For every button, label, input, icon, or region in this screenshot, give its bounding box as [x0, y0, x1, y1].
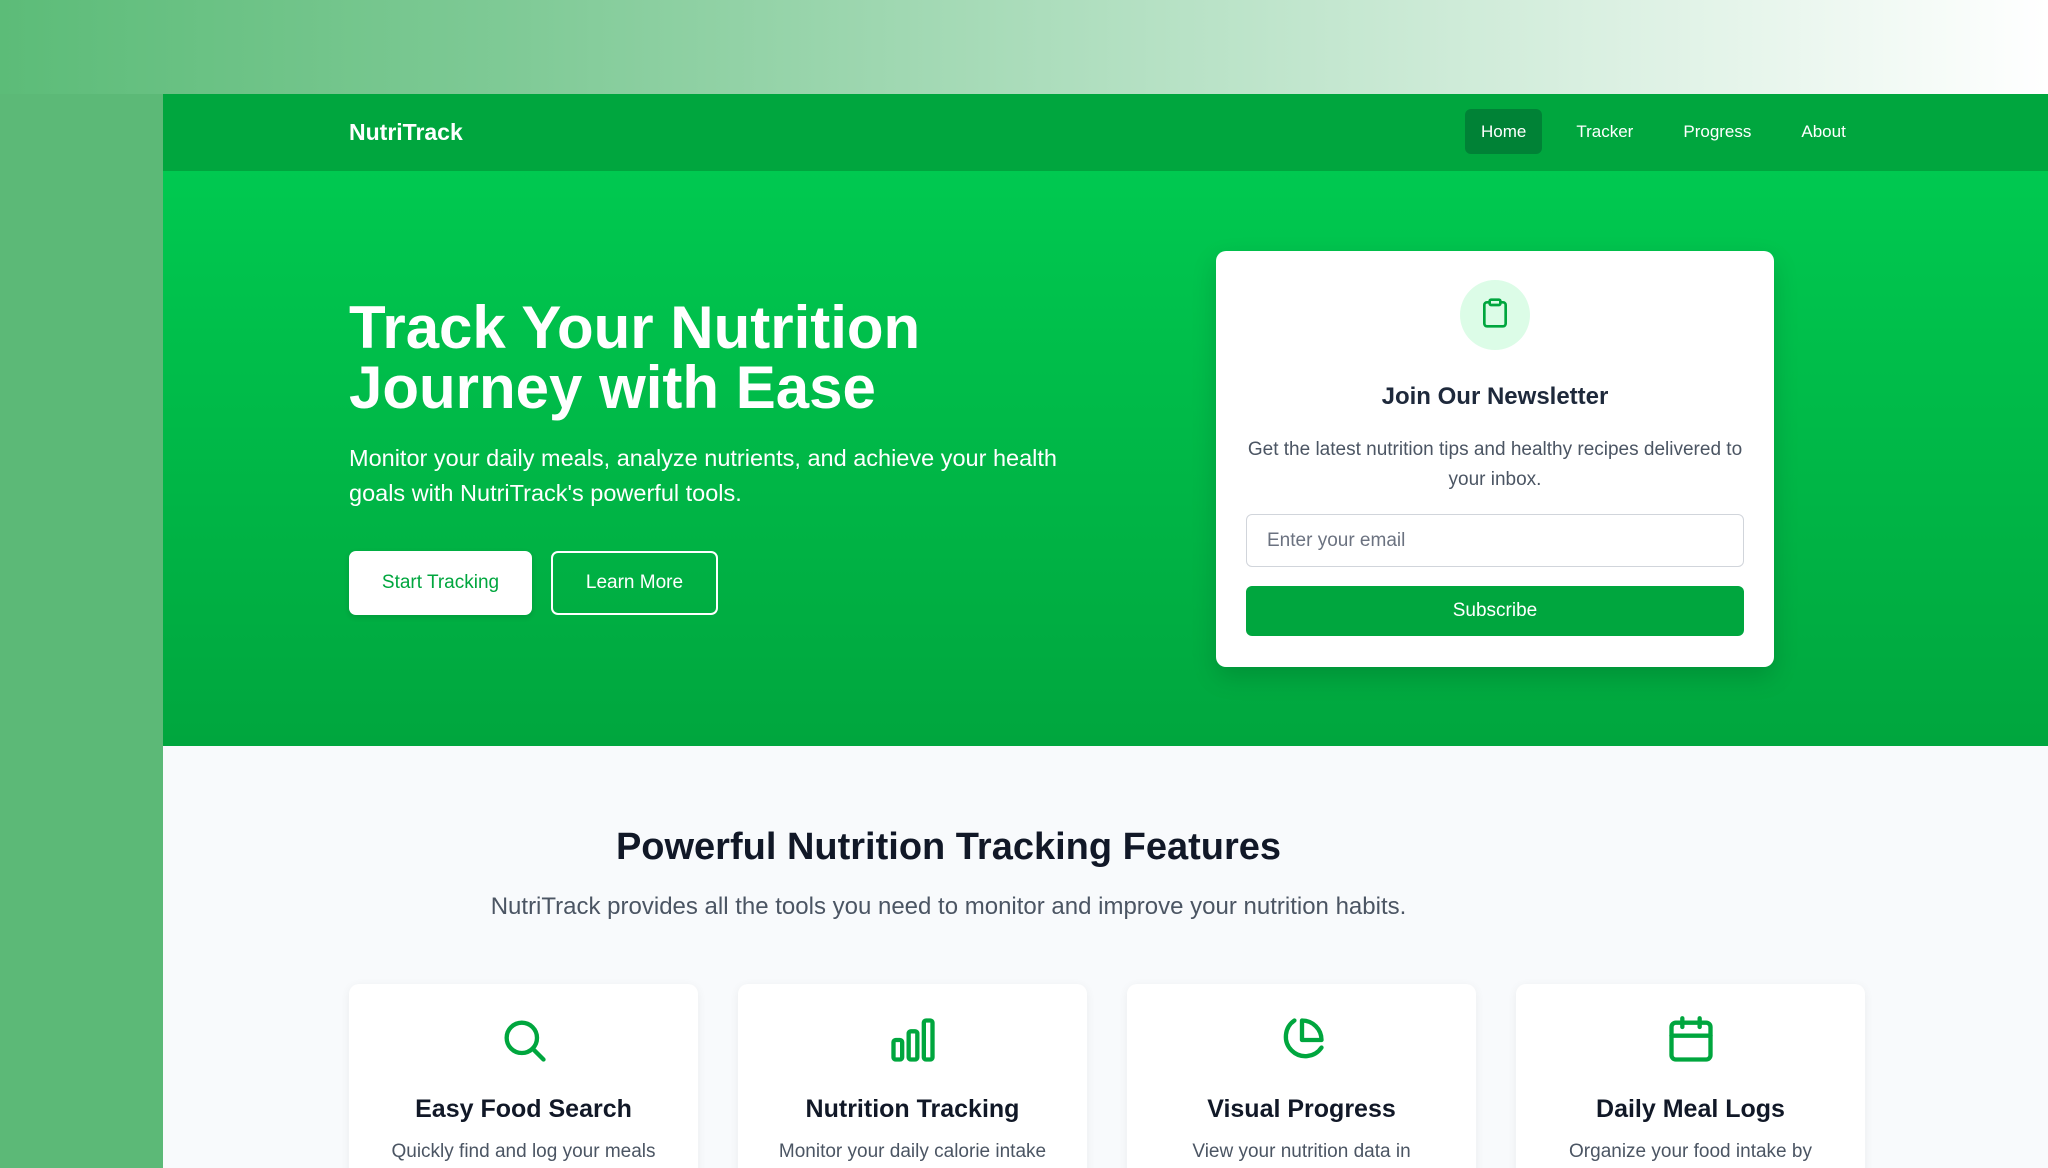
nav-link-tracker[interactable]: Tracker — [1560, 109, 1649, 154]
feature-title: Daily Meal Logs — [1596, 1095, 1785, 1123]
hero-title-line1: Track Your Nutrition — [349, 294, 921, 361]
feature-title: Visual Progress — [1207, 1095, 1396, 1123]
hero-section: Track Your Nutrition Journey with Ease M… — [163, 171, 2048, 746]
newsletter-icon-badge — [1460, 280, 1530, 350]
subscribe-button[interactable]: Subscribe — [1246, 586, 1744, 636]
nav-link-progress[interactable]: Progress — [1667, 109, 1767, 154]
feature-title: Easy Food Search — [415, 1095, 632, 1123]
feature-description: Organize your food intake by — [1569, 1141, 1812, 1162]
calendar-icon — [1665, 1014, 1717, 1066]
top-navbar: NutriTrack Home Tracker Progress About — [163, 94, 2048, 171]
feature-description: Monitor your daily calorie intake — [778, 1141, 1047, 1162]
bar-chart-icon — [887, 1014, 939, 1066]
hero-title: Track Your Nutrition Journey with Ease — [349, 298, 1049, 418]
feature-card-meal-logs[interactable]: Daily Meal Logs Organize your food intak… — [1516, 984, 1865, 1168]
email-input[interactable] — [1246, 514, 1744, 567]
feature-card-nutrition-tracking[interactable]: Nutrition Tracking Monitor your daily ca… — [738, 984, 1087, 1168]
learn-more-button[interactable]: Learn More — [551, 551, 718, 615]
features-subtitle: NutriTrack provides all the tools you ne… — [163, 893, 2048, 921]
pie-chart-icon — [1276, 1014, 1328, 1066]
features-title: Powerful Nutrition Tracking Features — [163, 826, 2048, 869]
search-icon — [498, 1014, 550, 1066]
newsletter-card: Join Our Newsletter Get the latest nutri… — [1216, 251, 1774, 667]
feature-description: View your nutrition data in — [1192, 1141, 1411, 1162]
newsletter-description: Get the latest nutrition tips and health… — [1247, 439, 1743, 490]
clipboard-icon — [1479, 297, 1511, 334]
features-section: Powerful Nutrition Tracking Features Nut… — [163, 746, 2048, 1168]
nav-link-about[interactable]: About — [1785, 109, 1861, 154]
feature-card-food-search[interactable]: Easy Food Search Quickly find and log yo… — [349, 984, 698, 1168]
feature-title: Nutrition Tracking — [805, 1095, 1020, 1123]
browser-page: NutriTrack Home Tracker Progress About T… — [163, 94, 2048, 1168]
newsletter-title: Join Our Newsletter — [1381, 383, 1609, 410]
feature-card-visual-progress[interactable]: Visual Progress View your nutrition data… — [1127, 984, 1476, 1168]
background-strip — [0, 94, 163, 1168]
hero-subtitle: Monitor your daily meals, analyze nutrie… — [349, 445, 1057, 506]
start-tracking-button[interactable]: Start Tracking — [349, 551, 532, 615]
features-title-text: Powerful Nutrition Tracking Features — [615, 826, 1282, 868]
nav-link-home[interactable]: Home — [1465, 109, 1543, 154]
nav-links: Home Tracker Progress About — [1465, 109, 1880, 154]
features-subtitle-text: NutriTrack provides all the tools you ne… — [490, 893, 1407, 920]
hero-title-line2: Journey with Ease — [349, 354, 876, 421]
feature-description: Quickly find and log your meals — [391, 1141, 656, 1162]
brand-logo[interactable]: NutriTrack — [349, 119, 463, 146]
